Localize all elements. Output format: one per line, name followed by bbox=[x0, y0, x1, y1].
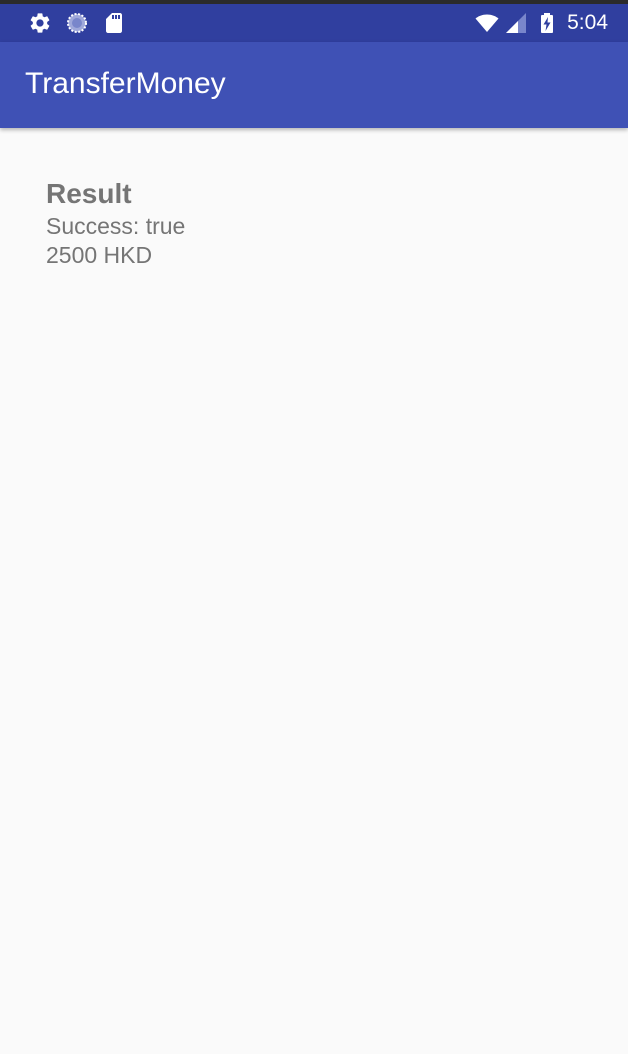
sd-card-icon bbox=[102, 11, 126, 35]
sync-icon bbox=[65, 11, 89, 35]
result-heading: Result bbox=[46, 178, 132, 209]
battery-charging-icon bbox=[535, 11, 559, 35]
result-panel: Result Success: true 2500 HKD bbox=[46, 176, 185, 270]
settings-icon bbox=[28, 11, 52, 35]
app-title: TransferMoney bbox=[25, 67, 226, 100]
signal-icon bbox=[504, 11, 528, 35]
wifi-icon bbox=[475, 11, 499, 35]
app-bar: TransferMoney bbox=[0, 42, 628, 128]
status-bar-time: 5:04 bbox=[567, 11, 608, 34]
status-bar: 5:04 bbox=[0, 4, 628, 42]
success-status-text: Success: true bbox=[46, 213, 186, 239]
amount-text: 2500 HKD bbox=[46, 242, 153, 268]
